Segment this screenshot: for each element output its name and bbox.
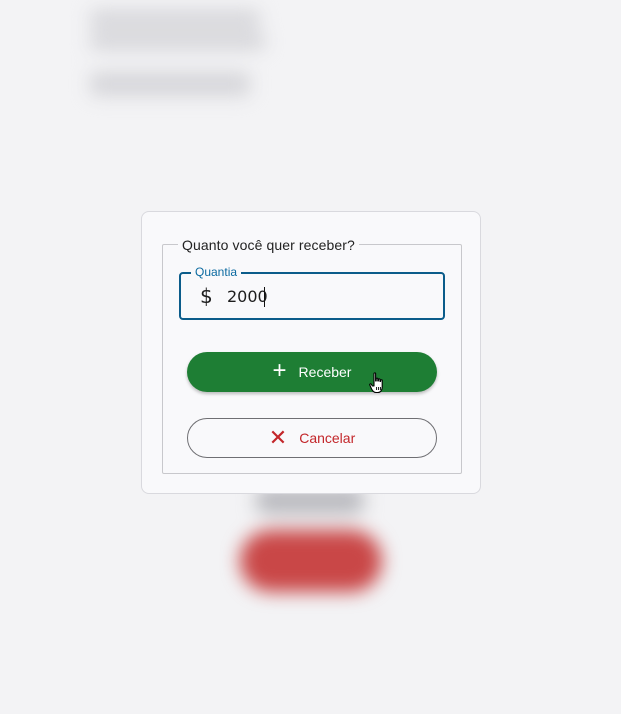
cancel-button-label: Cancelar bbox=[299, 430, 356, 446]
amount-value[interactable]: 2000 bbox=[227, 287, 268, 307]
blurred-text bbox=[90, 10, 260, 28]
receive-button-label: Receber bbox=[298, 364, 352, 380]
cancel-button[interactable]: ✕ Cancelar bbox=[187, 418, 437, 458]
blurred-red-button bbox=[240, 530, 382, 592]
amount-input[interactable] bbox=[179, 272, 445, 320]
plus-icon: + bbox=[272, 357, 287, 384]
receive-dialog: Quanto você quer receber? Quantia $ 2000… bbox=[141, 211, 481, 494]
amount-label: Quantia bbox=[191, 266, 242, 279]
blurred-text bbox=[90, 72, 250, 96]
fieldset-legend: Quanto você quer receber? bbox=[178, 236, 359, 254]
dollar-icon: $ bbox=[200, 284, 213, 308]
hand-pointer-icon bbox=[369, 372, 383, 394]
text-caret bbox=[264, 287, 265, 307]
receive-button[interactable]: + Receber bbox=[187, 352, 437, 392]
blurred-text bbox=[90, 32, 265, 50]
close-icon: ✕ bbox=[268, 425, 288, 450]
